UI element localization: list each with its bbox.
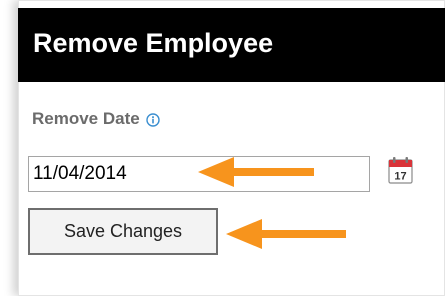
calendar-day-text: 17 <box>394 171 406 183</box>
save-changes-button[interactable]: Save Changes <box>28 208 218 255</box>
dialog-title: Remove Employee <box>33 28 274 58</box>
remove-date-label: Remove Date <box>32 109 140 128</box>
annotation-arrow-date <box>198 157 314 187</box>
calendar-icon[interactable]: 17 <box>384 155 416 187</box>
annotation-arrow-save <box>226 219 346 249</box>
remove-date-label-row: Remove Date <box>32 107 160 131</box>
dialog-header: Remove Employee <box>18 8 445 82</box>
info-icon[interactable] <box>146 112 160 127</box>
